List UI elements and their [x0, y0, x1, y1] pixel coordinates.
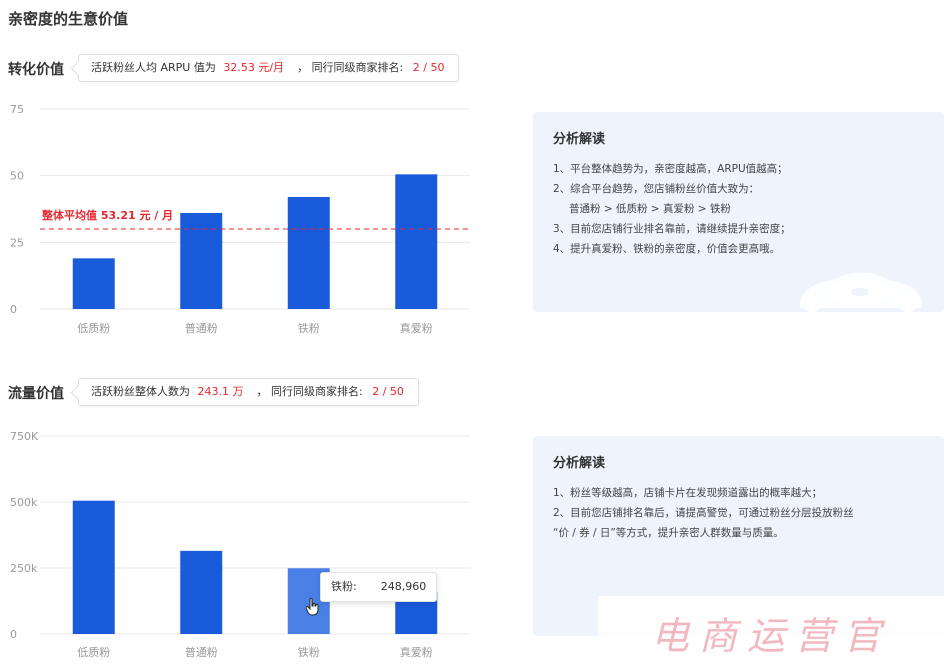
traffic-bar-chart: 0 250k 500k 750K 低质粉 普通粉 铁粉 真爱粉 — [10, 430, 470, 659]
metric-title: 转化价值 — [8, 62, 64, 78]
x-tick-label: 低质粉 — [77, 646, 110, 659]
x-tick-label: 真爱粉 — [400, 321, 433, 335]
callout-prefix: 活跃粉丝人均 ARPU 值为 — [91, 61, 216, 74]
panel-title: 分析解读 — [553, 456, 606, 471]
panel-line: 1、平台整体趋势为，亲密度越高，ARPU值越高； — [553, 163, 788, 175]
page-title: 亲密度的生意价值 — [8, 10, 129, 28]
hand-cursor-icon — [306, 598, 319, 616]
conversion-value-section: 转化价值 活跃粉丝人均 ARPU 值为 32.53 元/月 ， 同行同级商家排名… — [0, 52, 944, 347]
metric-title: 流量价值 — [8, 386, 64, 402]
fans-count-callout: 活跃粉丝整体人数为 243.1 万 ， 同行同级商家排名: 2 / 50 — [78, 378, 419, 406]
y-tick-label: 25 — [10, 236, 24, 249]
conversion-bar-chart: 0 25 50 75 低质粉 普通粉 铁粉 真爱粉 整体平均值 53.21 元 / 月 — [10, 103, 470, 335]
page: 亲密度的生意价值 转化价值 活跃粉丝人均 ARPU 值为 32.53 元/月 ，… — [0, 0, 944, 668]
callout-rank-label: 同行同级商家排名: — [311, 61, 404, 74]
analysis-panel: 分析解读 1、平台整体趋势为，亲密度越高，ARPU值越高； 2、综合平台趋势，您… — [533, 112, 944, 312]
y-tick-label: 500k — [10, 496, 38, 509]
bar[interactable] — [72, 258, 115, 309]
bar-tooltip: 铁粉: 248,960 — [320, 572, 438, 602]
callout-value: 32.53 元/月 — [223, 61, 285, 74]
y-tick-label: 75 — [10, 103, 24, 116]
y-tick-label: 50 — [10, 170, 24, 183]
callout-rank-label: 同行同级商家排名: — [271, 385, 363, 398]
x-tick-label: 铁粉 — [298, 322, 320, 335]
panel-line: 2、综合平台趋势，您店铺粉丝价值大致为： — [553, 183, 760, 195]
y-tick-label: 750K — [10, 430, 39, 443]
tooltip-value: 248,960 — [380, 580, 427, 593]
panel-line: 普通粉 > 低质粉 > 真爱粉 > 铁粉 — [569, 203, 731, 215]
panel-title: 分析解读 — [553, 132, 606, 147]
bar[interactable] — [180, 550, 223, 634]
x-tick-label: 铁粉 — [298, 646, 320, 659]
tooltip-label: 铁粉: — [331, 580, 357, 593]
mascot-icon — [799, 272, 923, 312]
panel-line: 1、粉丝等级越高，店铺卡片在发现频道露出的概率越大； — [553, 487, 823, 499]
callout-separator: ， — [297, 61, 309, 74]
x-tick-label: 真爱粉 — [400, 645, 433, 659]
callout-value: 243.1 万 — [197, 385, 244, 398]
bar[interactable] — [287, 197, 330, 309]
x-tick-label: 普通粉 — [185, 645, 218, 659]
callout-rank-value: 2 / 50 — [412, 61, 445, 74]
callout-rank-value: 2 / 50 — [372, 385, 404, 398]
y-tick-label: 0 — [10, 303, 17, 316]
panel-line: 4、提升真爱粉、铁粉的亲密度，价值会更高哦。 — [553, 243, 781, 255]
x-tick-label: 低质粉 — [77, 322, 110, 335]
callout-separator: ， — [256, 385, 268, 398]
panel-line: 3、目前您店铺行业排名靠前，请继续提升亲密度； — [553, 223, 791, 235]
bar[interactable] — [72, 500, 115, 634]
panel-line: “价 / 券 / 日”等方式，提升亲密人群数量与质量。 — [553, 527, 784, 539]
bar[interactable] — [180, 213, 223, 309]
x-tick-label: 普通粉 — [185, 321, 218, 335]
watermark: 电商运营官 — [598, 596, 944, 668]
y-tick-label: 250k — [10, 562, 38, 575]
callout-prefix: 活跃粉丝整体人数为 — [91, 385, 190, 398]
average-line-label: 整体平均值 53.21 元 / 月 — [41, 208, 173, 222]
arpu-callout: 活跃粉丝人均 ARPU 值为 32.53 元/月 ， 同行同级商家排名: 2 /… — [78, 54, 460, 82]
y-tick-label: 0 — [10, 628, 17, 641]
panel-line: 2、目前您店铺排名靠后，请提高警觉，可通过粉丝分层投放粉丝 — [553, 507, 854, 519]
bar[interactable] — [395, 174, 438, 309]
